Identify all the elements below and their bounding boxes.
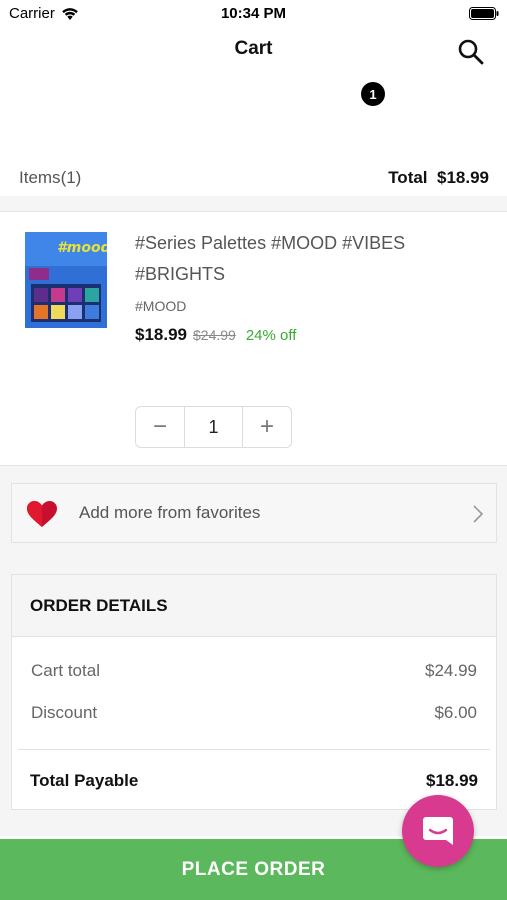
product-name[interactable]: #Series Palettes #MOOD #VIBES #BRIGHTS	[135, 228, 435, 290]
product-thumbnail[interactable]: #mood	[25, 232, 107, 328]
cart-total-value: $24.99	[425, 661, 477, 680]
price-original: $24.99	[193, 327, 236, 343]
total-value: $18.99	[437, 168, 489, 187]
chat-button[interactable]	[402, 795, 474, 867]
total-payable-label: Total Payable	[30, 771, 139, 790]
items-summary: Items(1) Total $18.99	[0, 160, 507, 196]
price-current: $18.99	[135, 325, 187, 344]
heart-icon	[27, 501, 57, 527]
total-payable-value: $18.99	[426, 771, 478, 790]
chevron-right-icon	[473, 505, 484, 523]
order-divider	[18, 749, 490, 750]
cart-total-row: Cart total $24.99	[31, 661, 477, 681]
status-time: 10:34 PM	[220, 5, 287, 22]
order-details-panel: ORDER DETAILS Cart total $24.99 Discount…	[11, 574, 497, 810]
page-title: Cart	[234, 38, 273, 59]
items-count-value: (1)	[60, 168, 82, 187]
items-total: Total $18.99	[388, 168, 489, 188]
discount-label: Discount	[31, 703, 98, 722]
total-label: Total	[388, 168, 428, 187]
price-discount: 24% off	[245, 327, 297, 344]
items-count: Items(1)	[19, 168, 81, 188]
discount-row: Discount $6.00	[31, 703, 477, 723]
search-icon[interactable]	[457, 38, 485, 66]
cart-total-label: Cart total	[31, 661, 100, 680]
chat-icon	[423, 817, 453, 845]
cart-count-badge: 1	[361, 82, 385, 106]
increase-quantity-button[interactable]: +	[243, 407, 291, 447]
nav-bar: Cart	[0, 28, 507, 72]
add-from-favorites-row[interactable]: Add more from favorites	[11, 483, 497, 543]
total-payable-row: Total Payable $18.99	[30, 771, 478, 791]
cart-item-card: #mood #Series Palettes #MOOD #VIBES #BRI…	[0, 211, 507, 466]
quantity-value: 1	[184, 407, 243, 447]
cart-screen: Carrier 10:34 PM Cart 1 Items(1) Total $…	[0, 0, 507, 900]
order-details-title: ORDER DETAILS	[12, 575, 496, 637]
favorites-label: Add more from favorites	[79, 503, 261, 522]
items-label: Items	[19, 168, 61, 187]
price-row: $18.99 $24.99 24% off	[135, 325, 296, 345]
svg-text:#mood: #mood	[57, 240, 107, 256]
product-variant: #MOOD	[135, 298, 187, 314]
status-bar: Carrier 10:34 PM	[0, 0, 507, 28]
battery-icon	[469, 7, 499, 20]
discount-value: $6.00	[434, 703, 477, 722]
decrease-quantity-button[interactable]: −	[136, 407, 184, 447]
quantity-stepper: − 1 +	[135, 406, 292, 448]
